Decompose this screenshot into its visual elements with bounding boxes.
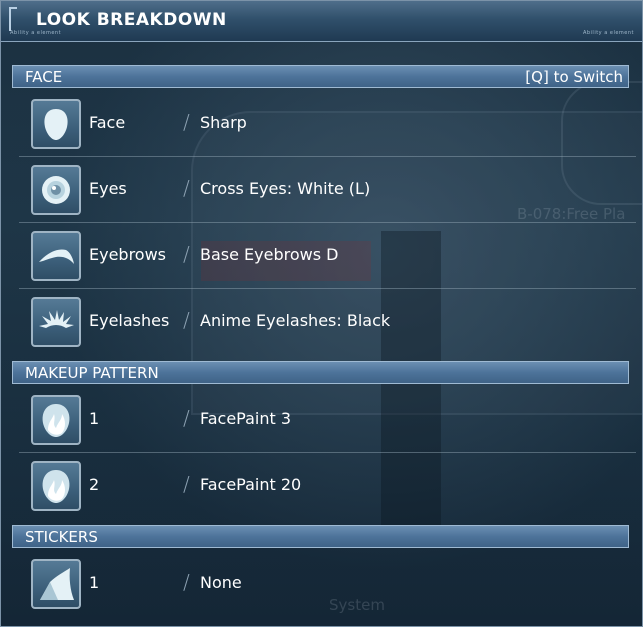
- section-label-makeup: MAKEUP PATTERN: [25, 364, 159, 382]
- separator-slash: /: [183, 406, 190, 430]
- title-bar-caption-left: Ability a element: [10, 30, 62, 36]
- eyebrow-icon: [31, 231, 81, 281]
- row-value: FacePaint 20: [200, 475, 302, 494]
- section-header-face: FACE [Q] to Switch: [12, 65, 629, 88]
- separator-slash: /: [183, 570, 190, 594]
- title-bar-caption-right: Ability a element: [582, 30, 634, 36]
- row-value: Cross Eyes: White (L): [200, 179, 371, 198]
- list-item-eyelashes[interactable]: Eyelashes / Anime Eyelashes: Black: [19, 289, 636, 355]
- row-value: Anime Eyelashes: Black: [200, 311, 391, 330]
- window-title: LOOK BREAKDOWN: [36, 10, 227, 30]
- face-paint-icon: [31, 461, 81, 511]
- sticker-icon: [31, 559, 81, 609]
- section-label-face: FACE: [25, 68, 63, 86]
- row-label: Eyebrows: [89, 245, 167, 264]
- section-header-stickers: STICKERS: [12, 525, 629, 548]
- section-header-makeup: MAKEUP PATTERN: [12, 361, 629, 384]
- list-item-makeup-1[interactable]: 1 / FacePaint 3: [19, 387, 636, 453]
- look-breakdown-window: B-078:Free Pla System LOOK BREAKDOWN Abi…: [0, 0, 643, 627]
- list-item-eyes[interactable]: Eyes / Cross Eyes: White (L): [19, 157, 636, 223]
- eye-icon: [31, 165, 81, 215]
- row-label: Face: [89, 113, 126, 132]
- separator-slash: /: [183, 472, 190, 496]
- row-label: 2: [89, 475, 100, 494]
- face-paint-icon: [31, 395, 81, 445]
- row-label: Eyelashes: [89, 311, 170, 330]
- switch-hint[interactable]: [Q] to Switch: [525, 68, 623, 86]
- list-item-sticker-1[interactable]: 1 / None: [19, 551, 636, 617]
- separator-slash: /: [183, 242, 190, 266]
- row-value: None: [200, 573, 242, 592]
- list-item-eyebrows[interactable]: Eyebrows / Base Eyebrows D: [19, 223, 636, 289]
- row-value: Base Eyebrows D: [200, 245, 339, 264]
- list-item-makeup-2[interactable]: 2 / FacePaint 20: [19, 453, 636, 519]
- eyelashes-icon: [31, 297, 81, 347]
- row-label: 1: [89, 573, 100, 592]
- face-shape-icon: [31, 99, 81, 149]
- separator-slash: /: [183, 110, 190, 134]
- row-value: Sharp: [200, 113, 247, 132]
- separator-slash: /: [183, 308, 190, 332]
- title-bar: LOOK BREAKDOWN Ability a element Ability…: [1, 1, 642, 42]
- row-label: 1: [89, 409, 100, 428]
- list-item-face[interactable]: Face / Sharp: [19, 91, 636, 157]
- section-label-stickers: STICKERS: [25, 528, 98, 546]
- separator-slash: /: [183, 176, 190, 200]
- row-label: Eyes: [89, 179, 127, 198]
- row-value: FacePaint 3: [200, 409, 292, 428]
